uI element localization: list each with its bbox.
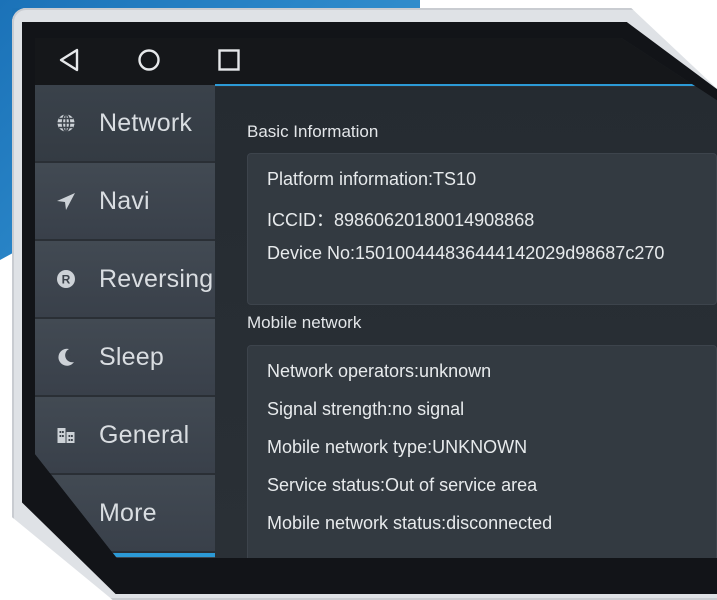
mobile-network-type-row: Mobile network type:UNKNOWN <box>267 437 528 457</box>
mobile-network-status-row: Mobile network status:disconnected <box>267 513 553 533</box>
sidebar-item-label: General <box>99 420 190 449</box>
svg-text:z: z <box>68 352 71 358</box>
sidebar-item-sleep[interactable]: z Sleep <box>35 319 215 397</box>
sidebar-item-navi[interactable]: Navi <box>35 163 215 241</box>
sidebar-item-label: Reversing <box>99 264 214 293</box>
iccid-row: ICCID：89860620180014908868 <box>267 210 535 230</box>
home-button[interactable] <box>133 46 165 78</box>
home-circle-icon <box>137 48 161 77</box>
service-status-row: Service status:Out of service area <box>267 475 538 495</box>
device-screen: Network Navi R Reversing z Sleep General… <box>35 38 717 558</box>
back-button[interactable] <box>53 46 85 78</box>
globe-icon <box>55 112 77 134</box>
sidebar-item-label: Navi <box>99 186 150 215</box>
settings-sidebar: Network Navi R Reversing z Sleep General… <box>35 85 215 558</box>
moon-icon: z <box>55 346 77 368</box>
section-title-basic-information: Basic Information <box>247 122 379 141</box>
sidebar-item-label: Sleep <box>99 342 164 371</box>
header-accent-line <box>215 84 717 86</box>
sidebar-item-label: More <box>99 498 157 527</box>
building-icon <box>55 424 77 446</box>
basic-information-card: Platform information:TS10 ICCID：89860620… <box>247 153 717 305</box>
sidebar-item-reversing[interactable]: R Reversing <box>35 241 215 319</box>
recents-square-icon <box>217 48 241 77</box>
mobile-network-card: Network operators:unknown Signal strengt… <box>247 345 717 558</box>
platform-information-row: Platform information:TS10 <box>267 169 477 189</box>
recents-button[interactable] <box>213 46 245 78</box>
navigation-arrow-icon <box>55 190 77 212</box>
back-triangle-icon <box>58 48 80 77</box>
content-panel: Basic Information Platform information:T… <box>215 87 717 558</box>
sidebar-item-general[interactable]: General <box>35 397 215 475</box>
system-navigation-bar <box>35 38 717 86</box>
reverse-r-icon: R <box>55 268 77 290</box>
sidebar-item-network[interactable]: Network <box>35 85 215 163</box>
section-title-mobile-network: Mobile network <box>247 313 362 332</box>
svg-text:R: R <box>62 273 71 287</box>
network-operators-row: Network operators:unknown <box>267 361 492 381</box>
sidebar-item-label: Network <box>99 108 193 137</box>
device-number-row: Device No:150100444836444142029d98687c27… <box>267 243 665 263</box>
signal-strength-row: Signal strength:no signal <box>267 399 465 419</box>
